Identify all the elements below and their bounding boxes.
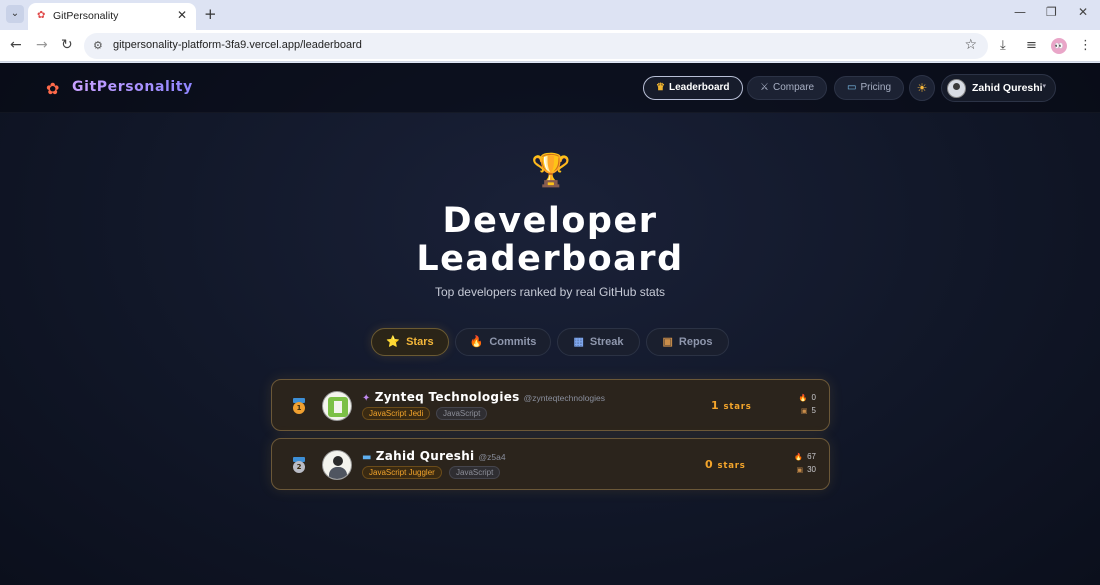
filter-streak-tab[interactable]: ▦ Streak (557, 328, 640, 356)
chevron-down-icon: ▾ (1042, 82, 1046, 90)
browser-tab-bar: ⌄ ✿ GitPersonality ✕ + — ❐ ✕ (0, 0, 1100, 30)
crossed-swords-icon: ⚔ (760, 82, 769, 93)
restore-icon[interactable]: ❐ (1046, 5, 1057, 19)
streak-stat: 🔥 67 (794, 452, 816, 461)
stars-value: 1 (711, 399, 720, 412)
streak-value: 0 (811, 393, 816, 402)
repos-stat: ▣ 5 (801, 406, 816, 415)
browser-profile-avatar[interactable]: 👀 (1051, 38, 1067, 54)
page-subtitle: Top developers ranked by real GitHub sta… (434, 285, 666, 299)
filter-repos-tab[interactable]: ▣ Repos (646, 328, 729, 356)
reload-icon[interactable]: ↻ (61, 37, 73, 53)
avatar[interactable] (322, 450, 352, 480)
download-icon[interactable]: ⤓ (1000, 38, 1006, 53)
page-viewport: ✿ GitPersonality ♛ Leaderboard ⚔ Compare ▭… (0, 63, 1100, 585)
sparkles-icon: ✦ (362, 393, 371, 404)
user-menu-button[interactable]: Zahid Qureshi ▾ (941, 74, 1056, 102)
site-logo[interactable]: GitPersonality (72, 79, 193, 95)
laptop-icon: ▬ (362, 452, 372, 463)
trophy-icon: ♛ (656, 82, 665, 93)
streak-stat: 🔥 0 (799, 393, 816, 402)
filter-label: Repos (678, 336, 713, 348)
filter-label: Streak (589, 336, 624, 348)
language-badge: JavaScript (436, 407, 488, 420)
developer-name[interactable]: Zahid Qureshi (376, 449, 475, 463)
developer-name-line: ✦ Zynteq Technologies @zynteqtechnologies (362, 390, 605, 404)
repos-stat: ▣ 30 (796, 465, 816, 474)
nav-compare-button[interactable]: ⚔ Compare (747, 76, 828, 100)
close-tab-icon[interactable]: ✕ (177, 8, 187, 22)
package-icon: ▣ (800, 408, 808, 415)
rank-medal-icon: 1 (292, 398, 306, 414)
theme-toggle-sun-icon[interactable]: ☀ (909, 75, 935, 101)
nav-label: Pricing (860, 82, 892, 93)
forward-icon[interactable]: → (36, 37, 48, 53)
rank-medal-icon: 2 (292, 457, 306, 473)
omnibox[interactable]: ⚙ gitpersonality-platform-3fa9.vercel.ap… (84, 33, 988, 59)
repos-value: 5 (811, 406, 816, 415)
page-title-line1: Developer (442, 201, 658, 241)
filter-stars-tab[interactable]: ⭐ Stars (371, 328, 449, 356)
new-tab-icon[interactable]: + (204, 5, 217, 23)
personality-badge: JavaScript Juggler (362, 466, 442, 479)
url-text[interactable]: gitpersonality-platform-3fa9.vercel.app/… (113, 39, 362, 51)
leaderboard-row[interactable]: 2 ▬ Zahid Qureshi @z5a4 JavaScript Juggler… (271, 438, 830, 490)
developer-name-line: ▬ Zahid Qureshi @z5a4 (362, 449, 506, 463)
developer-handle: @z5a4 (478, 452, 506, 462)
stars-count: 0 stars (705, 458, 746, 471)
fire-icon: 🔥 (798, 395, 808, 402)
tab-search-button[interactable]: ⌄ (6, 5, 24, 23)
fire-icon: 🔥 (794, 454, 804, 461)
personality-badge: JavaScript Jedi (362, 407, 431, 420)
site-header: ✿ GitPersonality ♛ Leaderboard ⚔ Compare ▭… (0, 63, 1100, 113)
trophy-icon: 🏆 (531, 151, 571, 189)
tab-title: GitPersonality (53, 10, 119, 22)
leaderboard-row[interactable]: 1 ✦ Zynteq Technologies @zynteqtechnologie… (271, 379, 830, 431)
rank-number: 2 (293, 461, 305, 473)
stars-label: stars (723, 402, 752, 412)
browser-tab[interactable]: ✿ GitPersonality ✕ (28, 3, 196, 30)
fire-icon: 🔥 (469, 336, 484, 348)
filter-commits-tab[interactable]: 🔥 Commits (455, 328, 551, 356)
back-icon[interactable]: ← (10, 37, 22, 53)
repos-value: 30 (807, 465, 816, 474)
minimize-icon[interactable]: — (1014, 5, 1026, 19)
octopus-favicon-icon: ✿ (37, 10, 46, 21)
rank-number: 1 (293, 402, 305, 414)
package-icon: ▣ (662, 336, 673, 348)
avatar (947, 79, 966, 98)
site-info-icon[interactable]: ⚙ (93, 39, 103, 52)
package-icon: ▣ (796, 467, 804, 474)
chrome-menu-icon[interactable]: ⋮ (1079, 38, 1092, 53)
streak-value: 67 (807, 452, 816, 461)
octopus-logo-icon[interactable]: ✿ (46, 79, 59, 98)
filter-label: Commits (489, 336, 537, 348)
nav-label: Leaderboard (668, 82, 730, 93)
filter-label: Stars (406, 336, 434, 348)
stars-value: 0 (705, 458, 714, 471)
avatar[interactable] (322, 391, 352, 421)
developer-name[interactable]: Zynteq Technologies (375, 390, 520, 404)
address-bar-row: ← → ↻ ⚙ gitpersonality-platform-3fa9.ver… (0, 30, 1100, 62)
user-name: Zahid Qureshi (972, 82, 1043, 94)
close-window-icon[interactable]: ✕ (1078, 5, 1088, 19)
language-badge: JavaScript (449, 466, 501, 479)
calendar-icon: ▦ (573, 336, 584, 348)
nav-leaderboard-button[interactable]: ♛ Leaderboard (643, 76, 743, 100)
bookmark-star-icon[interactable]: ☆ (964, 37, 977, 53)
developer-handle: @zynteqtechnologies (523, 393, 606, 403)
nav-label: Compare (772, 82, 815, 93)
credit-card-icon: ▭ (847, 82, 857, 93)
stars-count: 1 stars (711, 399, 752, 412)
page-title-line2: Leaderboard (416, 239, 684, 279)
nav-pricing-button[interactable]: ▭ Pricing (834, 76, 905, 100)
star-icon: ⭐ (386, 336, 401, 348)
media-control-icon[interactable]: ≡ (1026, 38, 1037, 53)
stars-label: stars (717, 461, 746, 471)
